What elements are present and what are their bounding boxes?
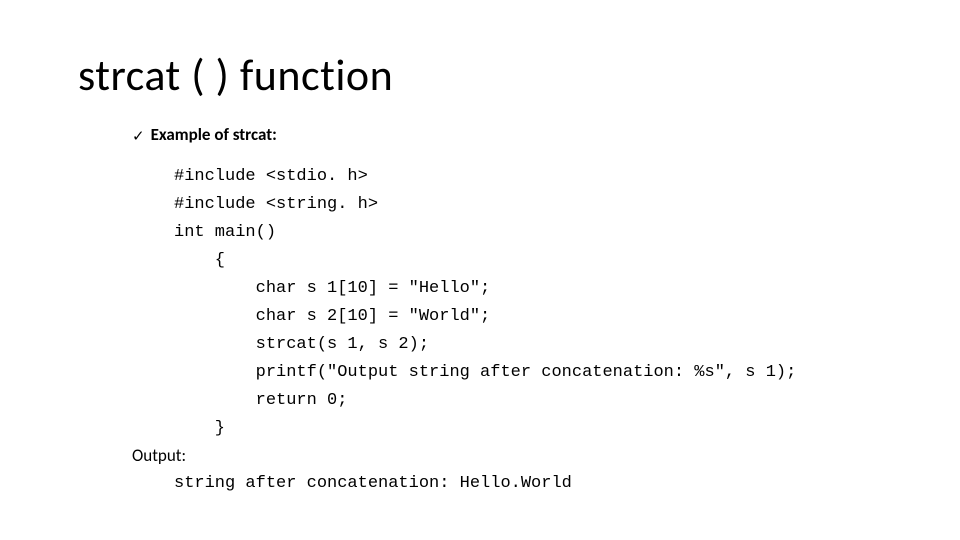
- code-line: int main(): [174, 219, 960, 247]
- page-title: strcat ( ) function: [78, 48, 960, 102]
- code-line: }: [174, 415, 960, 443]
- check-icon: ✓: [132, 130, 145, 145]
- code-line: #include <string. h>: [174, 191, 960, 219]
- output-text: string after concatenation: Hello.World: [174, 474, 960, 493]
- bullet-row: ✓ Example of strcat:: [132, 124, 960, 145]
- output-label: Output:: [132, 445, 960, 466]
- code-line: return 0;: [174, 387, 960, 415]
- code-line: char s 2[10] = "World";: [174, 303, 960, 331]
- slide: strcat ( ) function ✓ Example of strcat:…: [0, 0, 960, 540]
- code-line: printf("Output string after concatenatio…: [174, 359, 960, 387]
- code-line: strcat(s 1, s 2);: [174, 331, 960, 359]
- bullet-text: Example of strcat:: [151, 124, 277, 145]
- code-block: #include <stdio. h>#include <string. h>i…: [174, 163, 960, 443]
- code-line: char s 1[10] = "Hello";: [174, 275, 960, 303]
- code-line: #include <stdio. h>: [174, 163, 960, 191]
- code-line: {: [174, 247, 960, 275]
